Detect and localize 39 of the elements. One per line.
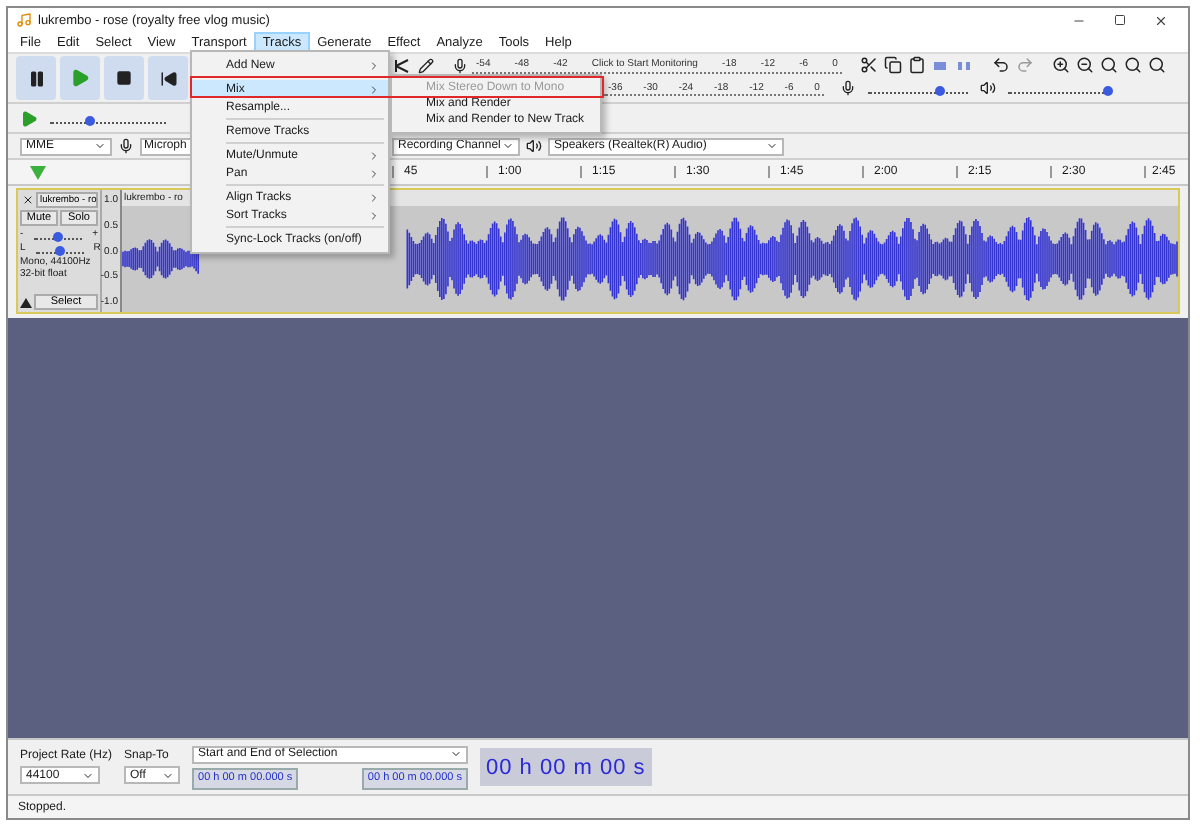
collapse-icon[interactable] xyxy=(20,297,32,307)
playback-volume-slider[interactable] xyxy=(1008,82,1108,94)
speaker-icon xyxy=(526,138,542,154)
pause-icon xyxy=(27,69,45,87)
close-track-button[interactable] xyxy=(20,192,34,208)
stop-icon xyxy=(116,70,132,86)
maximize-icon[interactable] xyxy=(1114,13,1126,25)
pause-button[interactable] xyxy=(16,56,56,100)
pan-slider[interactable] xyxy=(35,242,84,254)
undo-button[interactable] xyxy=(990,55,1010,75)
paste-button[interactable] xyxy=(906,55,926,75)
speed-slider[interactable] xyxy=(50,112,166,124)
gain-slider[interactable] xyxy=(33,228,82,240)
waveform-drawing xyxy=(122,238,199,280)
slider-thumb[interactable] xyxy=(52,232,63,242)
play-at-speed-icon xyxy=(20,109,38,127)
close-icon[interactable] xyxy=(1154,13,1168,27)
slider-thumb[interactable] xyxy=(1103,86,1113,96)
zoom-toggle-button[interactable] xyxy=(1146,55,1166,75)
fit-selection-button[interactable] xyxy=(1098,55,1118,75)
speaker-icon xyxy=(980,80,996,96)
skip-back-icon xyxy=(159,69,177,87)
slider-thumb[interactable] xyxy=(85,116,96,126)
fit-project-button[interactable] xyxy=(1122,55,1142,75)
recording-volume-slider[interactable] xyxy=(868,82,968,94)
time-display[interactable]: 00 h 00 m 00 s xyxy=(480,748,652,786)
copy-button[interactable] xyxy=(882,55,902,75)
microphone-icon xyxy=(118,138,134,154)
stop-button[interactable] xyxy=(104,56,144,100)
slider-thumb[interactable] xyxy=(935,86,945,96)
slider-thumb[interactable] xyxy=(54,246,65,256)
pencil-button[interactable] xyxy=(416,55,436,75)
zoom-out-button[interactable] xyxy=(1074,55,1094,75)
play-icon xyxy=(70,68,90,88)
cut-button[interactable] xyxy=(858,55,878,75)
skip-to-start-button[interactable] xyxy=(148,56,188,100)
microphone-icon xyxy=(452,57,468,73)
zoom-in-button[interactable] xyxy=(1050,55,1070,75)
microphone-icon xyxy=(840,80,856,96)
